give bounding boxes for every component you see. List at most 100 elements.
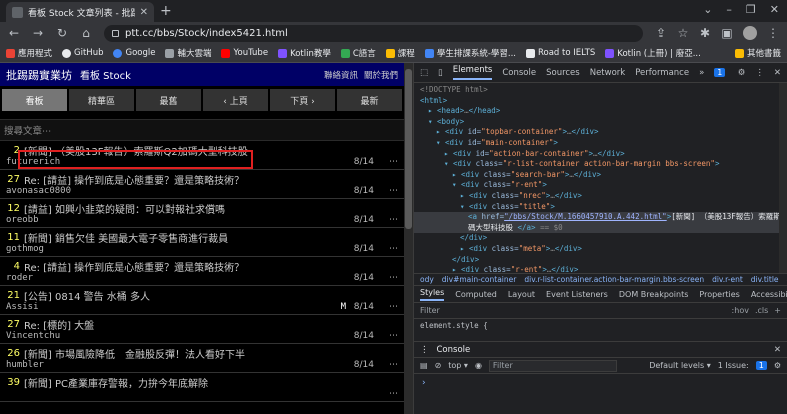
oldest-button[interactable]: 最舊 [136,89,201,111]
other-bookmarks[interactable]: 其他書籤 [734,47,781,59]
chevron-down-icon[interactable]: ⌄ [703,3,712,16]
table-row[interactable]: 11 [新聞] 銷售欠佳 美國最大電子零售商進行裁員 gothmog 8/14 … [0,228,404,257]
tab-elements[interactable]: Elements [452,65,493,80]
dom-node[interactable]: ▸ <div class="meta">…</div> [414,244,787,255]
inspect-icon[interactable]: ⬚ [420,68,428,78]
breadcrumb-item[interactable]: div.r-list-container.action-bar-margin.b… [524,275,704,284]
digest-button[interactable]: 精華區 [69,89,134,111]
address-bar[interactable]: ptt.cc/bbs/Stock/index5421.html [104,24,643,42]
tab-console[interactable]: Console [502,68,536,78]
table-row[interactable]: 27 Re: [標的] 大盤 Vincentchu 8/14 ⋯ [0,315,404,344]
forward-icon[interactable]: → [32,26,44,40]
article-title-link[interactable]: [公告] 0814 警告 水桶 多人 [24,288,150,303]
breadcrumb-item[interactable]: div#main-container [442,275,517,284]
more-icon[interactable]: ⋯ [389,302,398,312]
bookmark-star-icon[interactable]: ☆ [677,26,689,40]
console-prompt[interactable]: › [414,374,787,392]
dom-node[interactable]: </div> [414,255,787,266]
hov-toggle[interactable]: :hov [732,306,749,315]
close-icon[interactable]: ✕ [774,68,781,78]
reload-icon[interactable]: ↻ [56,26,68,40]
article-title-link[interactable]: [新聞] 市場風險降低 金融股反彈！法人看好下半 [24,346,245,361]
log-levels-select[interactable]: Default levels ▾ [649,361,711,370]
tab-styles[interactable]: Styles [420,288,445,301]
dom-node[interactable]: ▾ <div class="title"> [414,202,787,213]
sidepanel-icon[interactable]: ▣ [721,26,733,40]
table-row[interactable]: 39 [新聞] PC產業庫存警報，力拚今年底解除 ⋯ [0,373,404,402]
dom-node[interactable]: ▸ <div class="r-ent">…</div> [414,265,787,273]
tab-network[interactable]: Network [590,68,626,78]
dom-node[interactable]: <html> [414,96,787,107]
clear-console-icon[interactable]: ⊘ [435,361,442,370]
article-title-link[interactable]: [請益] 如興小韭菜的疑問：可以對報社求償嗎 [24,201,225,216]
bookmark-item[interactable]: Kotlin教學 [278,47,331,59]
more-icon[interactable]: ⋯ [389,331,398,341]
table-row[interactable]: 21 [公告] 0814 警告 水桶 多人 Assisi M 8/14 ⋯ [0,286,404,315]
ptt-logo[interactable]: 批踢踢實業坊 [6,67,72,83]
article-title-link[interactable]: Re: [請益] 操作到底是心態重要？還是策略技術？ [24,172,244,187]
tab-performance[interactable]: Performance [635,68,689,78]
home-icon[interactable]: ⌂ [80,26,92,40]
dom-node[interactable]: ▸ <div id="action-bar-container">…</div> [414,149,787,160]
cls-toggle[interactable]: .cls [755,306,768,315]
dom-node[interactable]: ▾ <div class="r-ent"> [414,180,787,191]
tab-layout[interactable]: Layout [508,290,535,299]
sidebar-toggle-icon[interactable]: ▤ [420,361,428,370]
article-title-link[interactable]: Re: [標的] 大盤 [24,317,94,332]
article-title-link[interactable]: Re: [請益] 操作到底是心態重要？還是策略技術？ [24,259,244,274]
dom-node[interactable]: <a href="/bbs/Stock/M.1660457910.A.442.h… [414,212,787,223]
console-title[interactable]: Console [437,345,471,355]
tab-sources[interactable]: Sources [546,68,580,78]
issues-count[interactable]: 1 Issue: [718,361,749,370]
more-icon[interactable]: ⋯ [389,157,398,167]
bookmark-item[interactable]: 學生排課系統-學習... [424,47,516,59]
more-icon[interactable]: ⋯ [389,244,398,254]
more-icon[interactable]: ⋯ [389,360,398,370]
maximize-icon[interactable]: ❐ [746,3,756,16]
dom-node[interactable]: 碼大型科技股 </a> == $0 [414,222,787,234]
bookmark-item[interactable]: YouTube [221,48,268,58]
eye-icon[interactable]: ◉ [475,361,482,370]
dom-scrollbar[interactable] [779,83,787,273]
breadcrumb-item[interactable]: ody [420,275,434,284]
breadcrumb-item[interactable]: div.title [751,275,779,284]
breadcrumb-item[interactable]: div.r-ent [712,275,743,284]
scrollbar-thumb[interactable] [405,69,412,229]
dom-node[interactable]: ▾ <body> [414,117,787,128]
more-icon[interactable]: ⋯ [389,389,398,399]
back-icon[interactable]: ← [8,26,20,40]
more-icon[interactable]: ⋯ [389,215,398,225]
extensions-icon[interactable]: ✱ [699,26,711,40]
close-window-icon[interactable]: ✕ [770,3,779,16]
tab-close-icon[interactable]: ✕ [140,7,148,18]
table-row[interactable]: 4 Re: [請益] 操作到底是心態重要？還是策略技術？ roder 8/14 … [0,257,404,286]
article-title-link[interactable]: [新聞] PC產業庫存警報，力拚今年底解除 [24,375,208,390]
dom-node[interactable]: ▾ <div id="main-container"> [414,138,787,149]
bookmark-item[interactable]: Road to IELTS [526,48,595,58]
table-row[interactable]: 27 Re: [請益] 操作到底是心態重要？還是策略技術？ avonasac08… [0,170,404,199]
more-icon[interactable]: ⋯ [389,273,398,283]
dom-node[interactable]: </div> [414,233,787,244]
table-row[interactable]: 12 [請益] 如興小韭菜的疑問：可以對報社求償嗎 oreobb 8/14 ⋯ [0,199,404,228]
tab-properties[interactable]: Properties [699,290,739,299]
browser-tab[interactable]: 看板 Stock 文章列表 - 批踢踢實業坊 ✕ [6,2,154,22]
bookmark-item[interactable]: 課程 [385,47,415,59]
bookmark-item[interactable]: 應用程式 [6,47,52,59]
search-input[interactable]: 搜尋文章⋯ [0,119,404,141]
menu-icon[interactable]: ⋮ [767,26,779,40]
bookmark-item[interactable]: Google [113,48,155,58]
tab-computed[interactable]: Computed [455,290,497,299]
drawer-close-icon[interactable]: ✕ [774,345,781,355]
bookmark-item[interactable]: Kotlin (上冊) | 廢亞... [605,47,701,59]
board-title[interactable]: 看板 Stock [80,67,131,82]
console-filter-input[interactable]: Filter [488,359,617,372]
contact-link[interactable]: 聯絡資訊 [324,69,358,81]
gear-icon[interactable]: ⚙ [774,361,781,370]
dom-node[interactable]: ▸ <div class="search-bar">…</div> [414,170,787,181]
bookmark-item[interactable]: C語言 [340,47,376,59]
newest-button[interactable]: 最新 [337,89,402,111]
bookmark-item[interactable]: GitHub [62,48,103,58]
drawer-menu-icon[interactable]: ⋮ [420,345,429,355]
next-page-button[interactable]: 下頁 › [270,89,335,111]
new-tab-button[interactable]: + [160,3,172,19]
